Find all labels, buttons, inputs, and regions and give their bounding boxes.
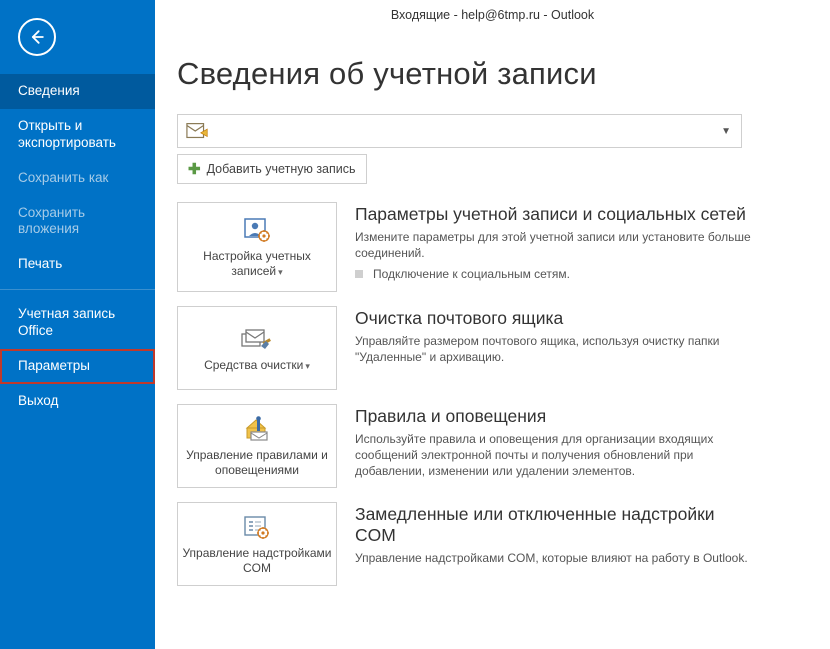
sidebar-item-options[interactable]: Параметры xyxy=(0,349,155,384)
account-dropdown[interactable]: ▼ xyxy=(177,114,742,148)
account-icon xyxy=(186,121,210,141)
section-text: Используйте правила и оповещения для орг… xyxy=(355,431,755,480)
add-account-button[interactable]: ✚ Добавить учетную запись xyxy=(177,154,367,184)
rules-alerts-tile[interactable]: Управление правилами и оповещениями xyxy=(177,404,337,488)
section-bullet: Подключение к социальным сетям. xyxy=(355,267,755,281)
back-button[interactable] xyxy=(18,18,56,56)
sidebar-item-save-attachments: Сохранить вложения xyxy=(0,196,155,248)
sidebar-item-office-account[interactable]: Учетная запись Office xyxy=(0,297,155,349)
cleanup-tools-tile[interactable]: Средства очистки▾ xyxy=(177,306,337,390)
tile-label: Управление правилами и оповещениями xyxy=(182,448,332,478)
chevron-down-icon: ▾ xyxy=(305,361,310,371)
backstage-sidebar: Сведения Открыть и экспортировать Сохран… xyxy=(0,0,155,649)
account-settings-tile[interactable]: Настройка учетных записей▾ xyxy=(177,202,337,292)
section-text: Управляйте размером почтового ящика, исп… xyxy=(355,333,755,365)
section-title: Параметры учетной записи и социальных се… xyxy=(355,204,755,225)
section-text: Измените параметры для этой учетной запи… xyxy=(355,229,755,261)
sidebar-item-exit[interactable]: Выход xyxy=(0,384,155,419)
com-addins-tile[interactable]: Управление надстройками COM xyxy=(177,502,337,586)
chevron-down-icon: ▼ xyxy=(721,126,731,137)
sidebar-item-info[interactable]: Сведения xyxy=(0,74,155,109)
cleanup-icon xyxy=(239,324,275,354)
page-heading: Сведения об учетной записи xyxy=(177,56,802,92)
main-content: Сведения об учетной записи ▼ ✚ Добавить … xyxy=(155,0,830,649)
plus-icon: ✚ xyxy=(188,160,201,178)
account-settings-icon xyxy=(240,215,274,245)
sidebar-item-save-as: Сохранить как xyxy=(0,161,155,196)
addins-icon xyxy=(240,512,274,542)
sidebar-item-print[interactable]: Печать xyxy=(0,247,155,282)
section-title: Правила и оповещения xyxy=(355,406,755,427)
sidebar-item-open-export[interactable]: Открыть и экспортировать xyxy=(0,109,155,161)
arrow-left-icon xyxy=(27,27,47,47)
tile-label: Настройка учетных записей xyxy=(203,249,311,278)
section-text: Управление надстройками COM, которые вли… xyxy=(355,550,755,566)
section-title: Очистка почтового ящика xyxy=(355,308,755,329)
rules-icon xyxy=(239,414,275,444)
tile-label: Управление надстройками COM xyxy=(182,546,332,576)
tile-label: Средства очистки xyxy=(204,358,303,372)
chevron-down-icon: ▾ xyxy=(278,267,283,277)
section-title: Замедленные или отключенные надстройки C… xyxy=(355,504,755,546)
sidebar-separator xyxy=(0,289,155,290)
add-account-label: Добавить учетную запись xyxy=(207,162,356,176)
